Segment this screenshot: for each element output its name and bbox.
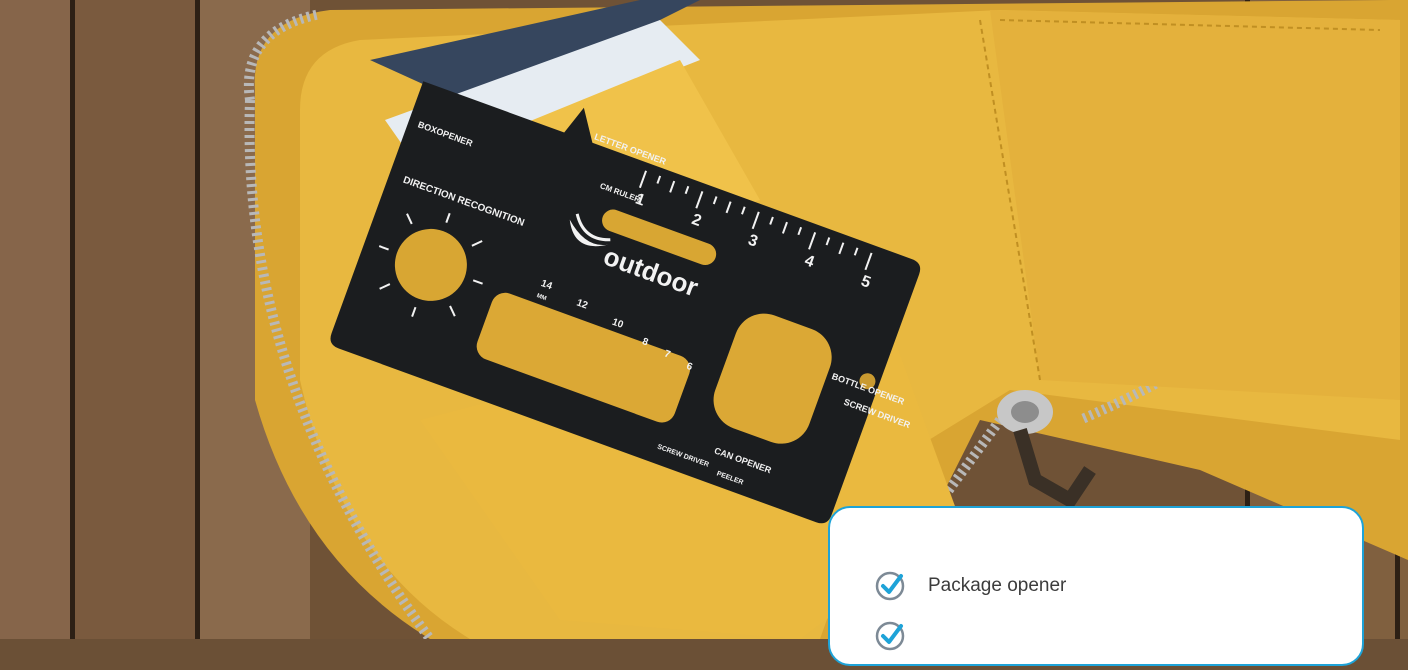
check-circle-icon [875,621,905,651]
check-circle-icon [875,571,905,601]
feature-list: Package opener [874,570,1066,670]
feature-label: Package opener [928,575,1067,596]
feature-item [874,620,1066,652]
feature-item-package-opener: Package opener [874,570,1066,602]
features-card: Package opener [828,506,1364,666]
